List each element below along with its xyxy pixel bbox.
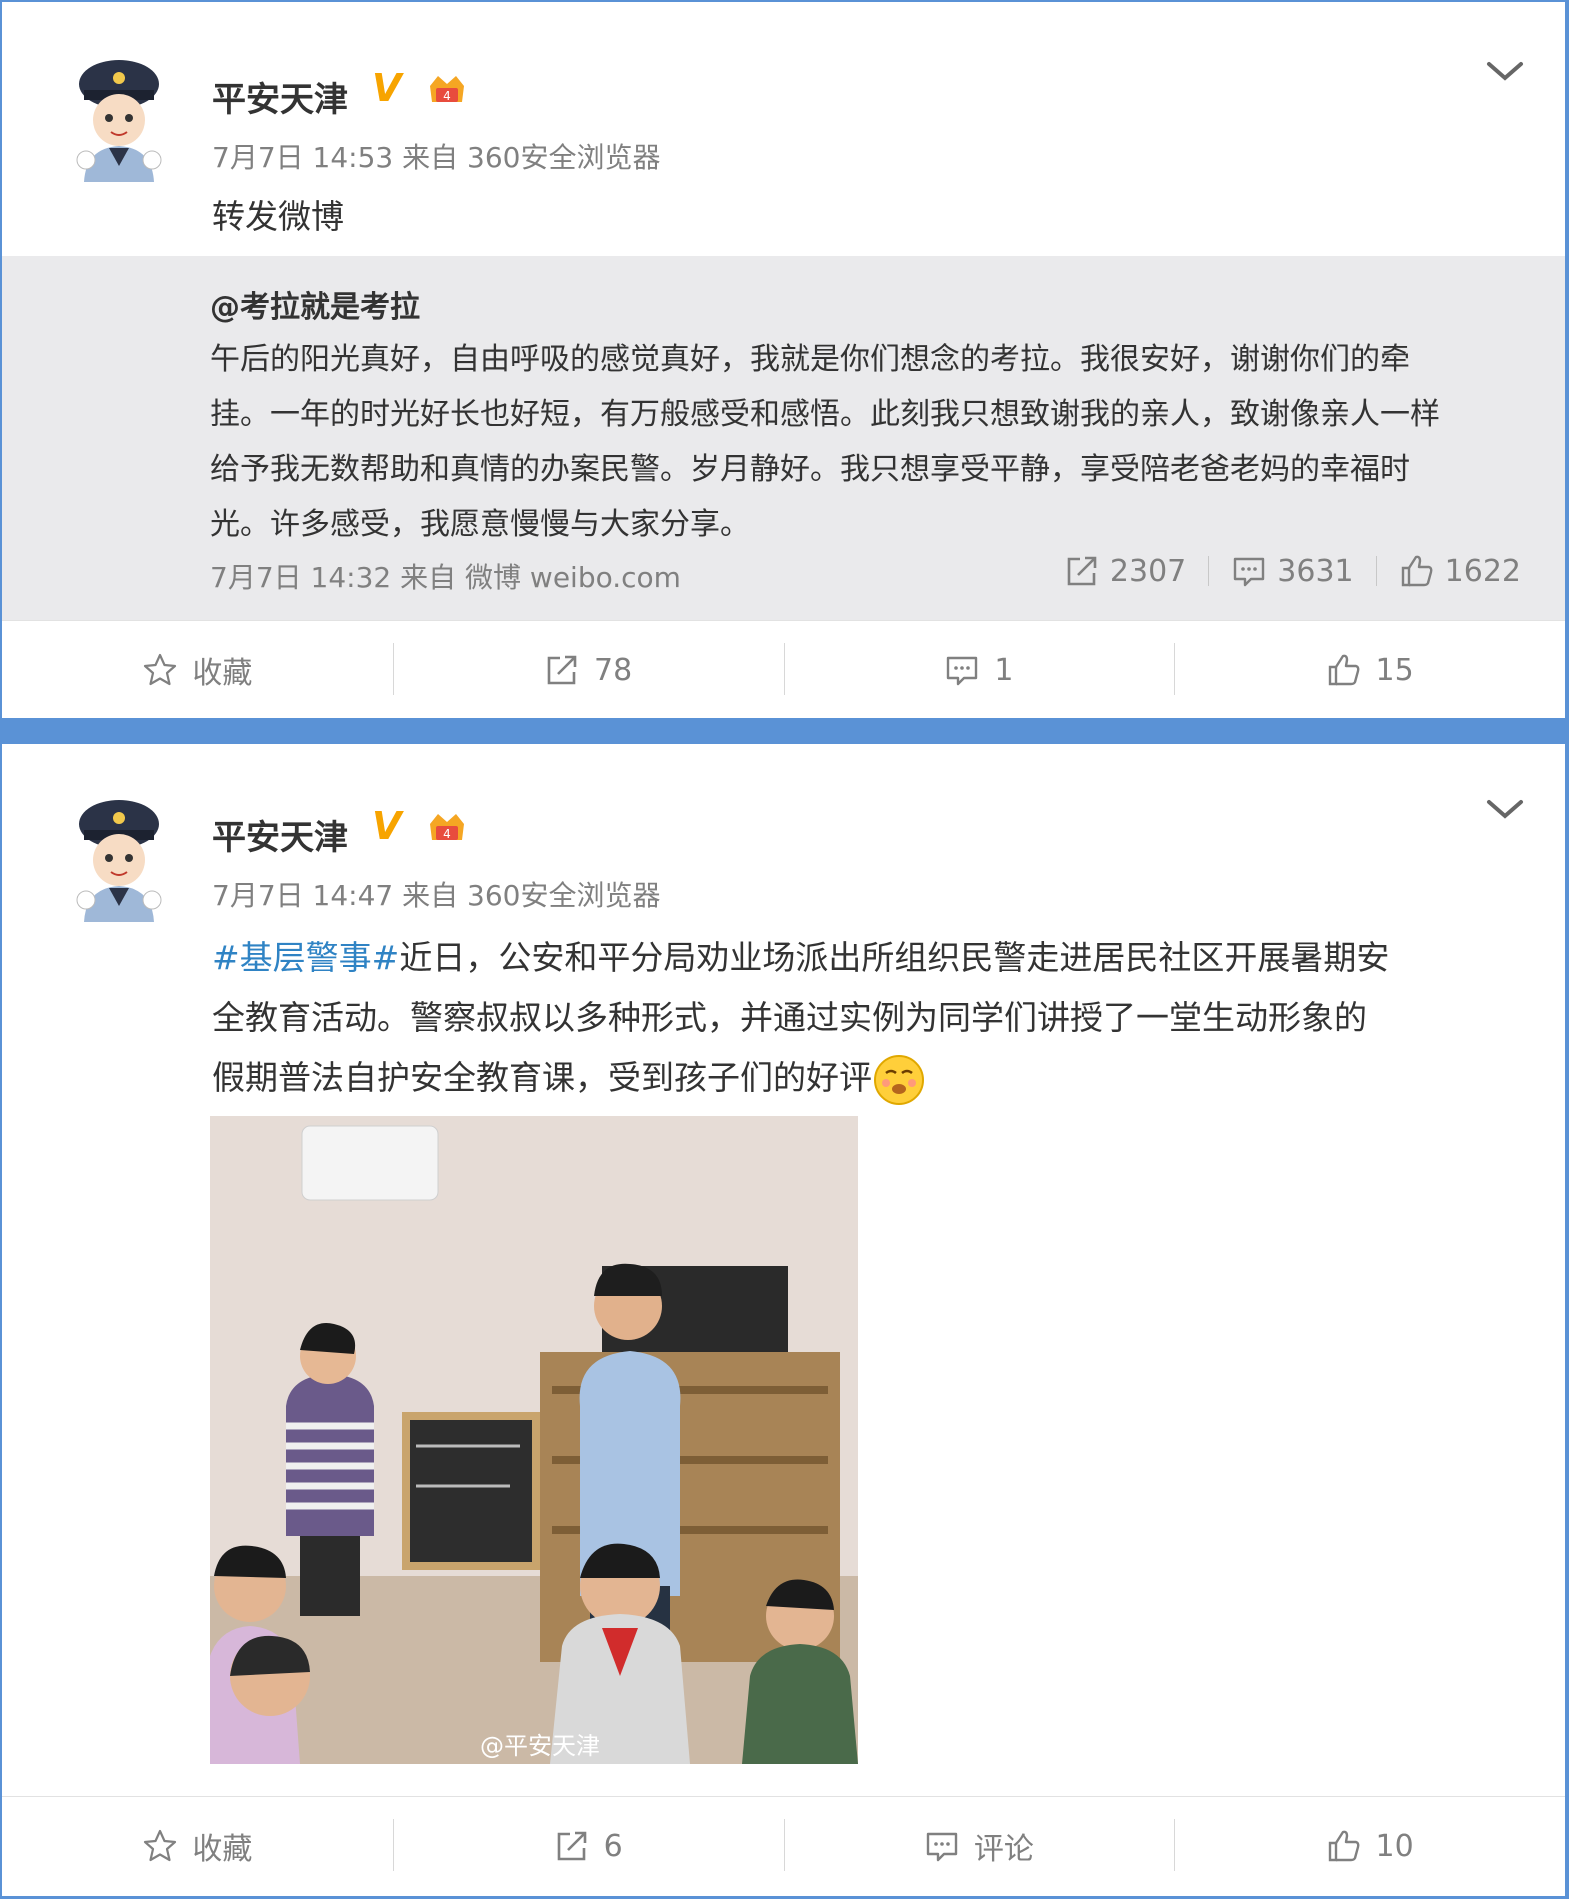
- quoted-comment-count: 3631: [1277, 553, 1354, 589]
- like-icon: [1399, 553, 1435, 589]
- post-text-segment: 假期普法自护安全教育课，受到孩子们的好评: [212, 1058, 872, 1097]
- like-icon: [1326, 652, 1362, 688]
- post-timestamp[interactable]: 7月7日 14:47 来自 360安全浏览器: [212, 874, 660, 914]
- comment-count: 1: [994, 652, 1014, 688]
- repost-button[interactable]: 6: [392, 1797, 784, 1895]
- comment-label: 评论: [973, 1832, 1034, 1867]
- verified-badge: V: [372, 66, 402, 110]
- hashtag-link[interactable]: #基层警事#: [212, 938, 399, 977]
- like-button[interactable]: 10: [1174, 1797, 1565, 1895]
- repost-icon: [1064, 553, 1100, 589]
- post-text-line: 全教育活动。警察叔叔以多种形式，并通过实例为同学们讲授了一堂生动形象的: [212, 998, 1367, 1037]
- weibo-post-card: 平安天津 V 7月7日 14:53 来自 360安全浏览器 转发微博 @考拉就是…: [2, 2, 1565, 718]
- post-text-line: #基层警事#近日，公安和平分局劝业场派出所组织民警走进居民社区开展暑期安: [212, 928, 1542, 988]
- repost-count: 6: [603, 1828, 623, 1864]
- comment-button[interactable]: 1: [783, 621, 1175, 719]
- comment-icon: [944, 652, 980, 688]
- chevron-down-icon[interactable]: [1485, 796, 1525, 822]
- quoted-author[interactable]: @考拉就是考拉: [210, 282, 420, 326]
- favorite-label: 收藏: [192, 1832, 253, 1867]
- repost-button[interactable]: 78: [392, 621, 784, 719]
- action-bar: 收藏 78 1 15: [2, 620, 1565, 719]
- like-button[interactable]: 15: [1174, 621, 1565, 719]
- like-icon: [1326, 1828, 1362, 1864]
- emoji-icon: [874, 1054, 924, 1105]
- quoted-timestamp[interactable]: 7月7日 14:32 来自 微博 weibo.com: [210, 556, 681, 596]
- action-bar: 收藏 6 评论 10: [2, 1796, 1565, 1895]
- quoted-post[interactable]: @考拉就是考拉 午后的阳光真好，自由呼吸的感觉真好，我就是你们想念的考拉。我很安…: [2, 256, 1565, 620]
- chevron-down-icon[interactable]: [1485, 58, 1525, 84]
- quoted-text-line: 光。许多感受，我愿意慢慢与大家分享。: [210, 507, 750, 542]
- post-text: #基层警事#近日，公安和平分局劝业场派出所组织民警走进居民社区开展暑期安 全教育…: [212, 928, 1542, 1108]
- post-text: 转发微博: [212, 197, 344, 236]
- repost-icon: [544, 652, 580, 688]
- post-photo[interactable]: @平安天津: [210, 1116, 858, 1764]
- like-count: 10: [1375, 1828, 1414, 1864]
- quoted-like-count: 1622: [1444, 553, 1521, 589]
- quoted-text-line: 给予我无数帮助和真情的办案民警。岁月静好。我只想享受平静，享受陪老爸老妈的幸福时: [210, 452, 1410, 487]
- favorite-label: 收藏: [192, 656, 253, 691]
- comment-button[interactable]: 评论: [783, 1797, 1175, 1895]
- post-timestamp[interactable]: 7月7日 14:53 来自 360安全浏览器: [212, 136, 660, 176]
- quoted-stats: 2307 3631 1622: [1042, 546, 1543, 596]
- favorite-button[interactable]: 收藏: [2, 1797, 393, 1895]
- police-avatar-icon[interactable]: [64, 54, 174, 184]
- post-text-segment: 近日，公安和平分局劝业场派出所组织民警走进居民社区开展暑期安: [399, 938, 1390, 977]
- quoted-repost-button[interactable]: 2307: [1042, 553, 1208, 589]
- favorite-button[interactable]: 收藏: [2, 621, 393, 719]
- verified-badge: V: [372, 804, 402, 848]
- quoted-text-line: 午后的阳光真好，自由呼吸的感觉真好，我就是你们想念的考拉。我很安好，谢谢你们的牵: [210, 342, 1410, 377]
- like-count: 15: [1375, 652, 1414, 688]
- star-icon: [142, 652, 178, 688]
- weibo-post-card: 平安天津 V 7月7日 14:47 来自 360安全浏览器 #基层警事#近日，公…: [2, 744, 1565, 1896]
- username[interactable]: 平安天津: [212, 72, 348, 121]
- crown-icon[interactable]: [426, 72, 468, 110]
- star-icon: [142, 1828, 178, 1864]
- comment-icon: [924, 1828, 960, 1864]
- username[interactable]: 平安天津: [212, 810, 348, 859]
- photo-watermark: @平安天津: [480, 1732, 600, 1760]
- quoted-comment-button[interactable]: 3631: [1209, 553, 1375, 589]
- repost-count: 78: [594, 652, 633, 688]
- classroom-photo: [210, 1116, 858, 1764]
- comment-icon: [1231, 553, 1267, 589]
- quoted-repost-count: 2307: [1109, 553, 1187, 589]
- quoted-text: 午后的阳光真好，自由呼吸的感觉真好，我就是你们想念的考拉。我很安好，谢谢你们的牵…: [210, 332, 1510, 552]
- quoted-text-line: 挂。一年的时光好长也好短，有万般感受和感悟。此刻我只想致谢我的亲人，致谢像亲人一…: [210, 397, 1440, 432]
- post-text-line: 假期普法自护安全教育课，受到孩子们的好评: [212, 1048, 1542, 1108]
- quoted-like-button[interactable]: 1622: [1377, 553, 1543, 589]
- repost-icon: [554, 1828, 590, 1864]
- police-avatar-icon[interactable]: [64, 794, 174, 924]
- crown-icon[interactable]: [426, 810, 468, 848]
